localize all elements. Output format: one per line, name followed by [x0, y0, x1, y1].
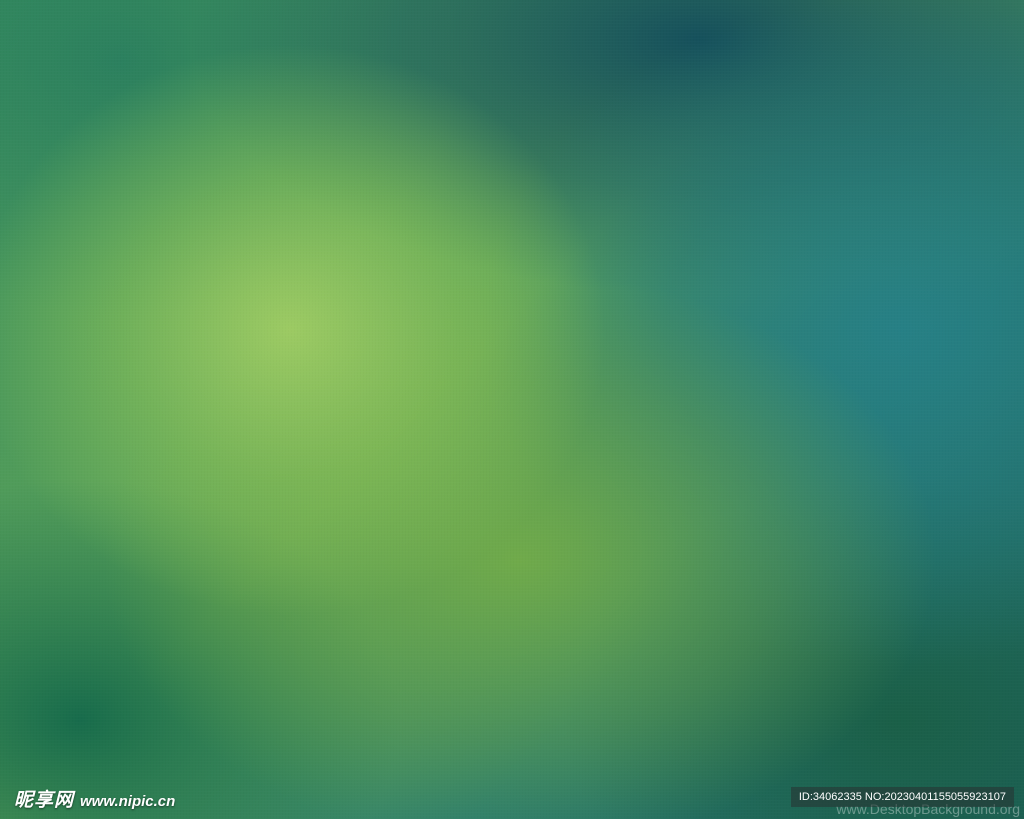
nipic-watermark: 昵享网 www.nipic.cn [14, 785, 175, 812]
gradient-background: 昵享网 www.nipic.cn www.DesktopBackground.o… [0, 0, 1024, 819]
noise-texture [0, 0, 1024, 819]
image-id-badge: ID:34062335 NO:20230401155055923107 [790, 787, 1014, 807]
nipic-url-text: www.nipic.cn [80, 793, 176, 810]
nipic-logo-text: 昵享网 [14, 789, 75, 811]
